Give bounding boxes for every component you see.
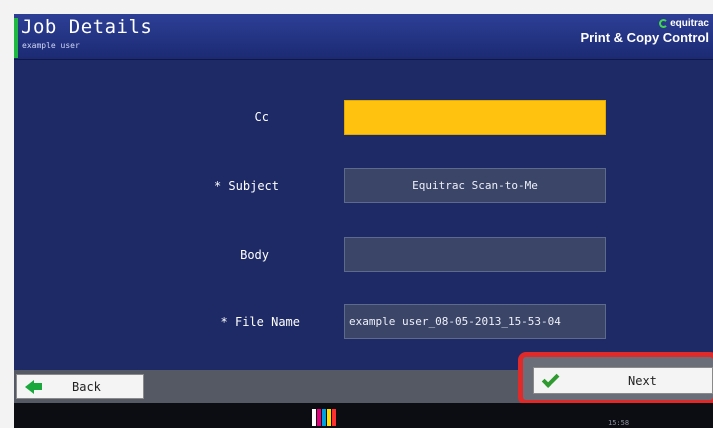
- brand-logo-text: equitrac: [670, 18, 709, 29]
- back-button-label: Back: [72, 379, 101, 394]
- header-accent-stripe: [14, 18, 18, 58]
- back-arrow-tail: [33, 383, 42, 390]
- job-details-screen: Job Details example user equitrac Print …: [14, 14, 713, 428]
- file-name-value: example user_08-05-2013_15-53-04: [349, 315, 561, 328]
- brand-name: Print & Copy Control: [580, 30, 709, 45]
- status-clock: 15:58: [608, 419, 630, 427]
- file-name-field[interactable]: example user_08-05-2013_15-53-04: [344, 304, 606, 339]
- header-bar: Job Details example user equitrac Print …: [14, 14, 713, 60]
- back-button[interactable]: Back: [16, 374, 144, 399]
- ink-level-icon: [317, 409, 321, 426]
- next-button-label: Next: [628, 373, 657, 388]
- subject-value: Equitrac Scan-to-Me: [412, 179, 538, 192]
- equitrac-logo-icon: [659, 19, 669, 28]
- ink-level-icon: [312, 409, 316, 426]
- brand-logo: equitrac Print & Copy Control: [580, 18, 709, 45]
- ink-level-icon: [322, 409, 326, 426]
- cc-label: Cc: [254, 110, 269, 124]
- checkmark-icon: [541, 370, 560, 388]
- next-button[interactable]: Next: [533, 367, 713, 394]
- body-label: Body: [240, 248, 269, 262]
- subject-field[interactable]: Equitrac Scan-to-Me: [344, 168, 606, 203]
- ink-level-icon: [327, 409, 331, 426]
- ink-level-icon: [332, 409, 336, 426]
- back-arrow-icon: [25, 379, 34, 394]
- file-name-label: * File Name: [220, 315, 300, 329]
- current-user: example user: [22, 41, 80, 50]
- cc-field[interactable]: [344, 100, 606, 135]
- body-field[interactable]: [344, 237, 606, 272]
- subject-label: * Subject: [213, 179, 279, 193]
- page-title: Job Details: [21, 16, 153, 38]
